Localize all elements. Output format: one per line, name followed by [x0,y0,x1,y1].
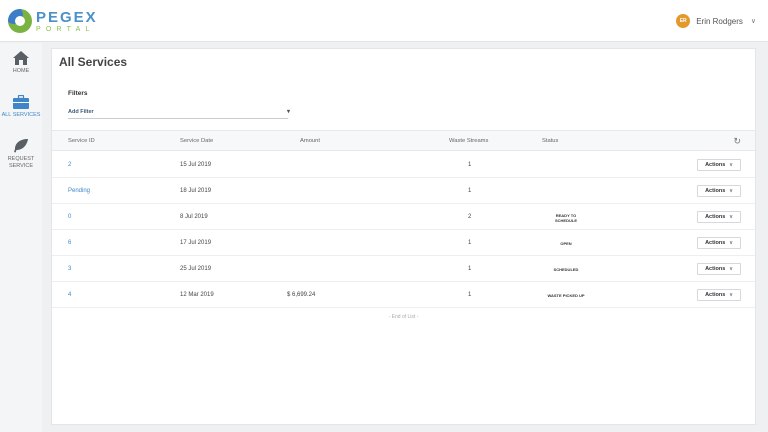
add-filter-select[interactable]: Add Filter ▾ [68,109,290,119]
avatar: ER [676,14,691,28]
chevron-down-icon: ∨ [729,188,733,194]
chevron-down-icon: ∨ [750,18,756,25]
sidebar-item-home[interactable]: HOME [0,51,42,87]
end-of-list: - End of List - [388,314,419,320]
add-filter-label: Add Filter [68,109,94,115]
leaf-icon [14,139,28,153]
waste-streams: 1 [468,240,472,246]
waste-streams: 1 [468,188,472,194]
filters-heading: Filters [68,90,88,97]
user-menu[interactable]: ER Erin Rodgers ∨ [676,14,756,28]
services-panel: All Services Filters Add Filter ▾ Servic… [51,48,756,425]
waste-streams: 2 [468,214,472,220]
service-id-link[interactable]: 3 [68,266,71,272]
table-row: 2 15 Jul 2019 1 Actions ∨ [52,152,755,178]
sidebar-item-request-service[interactable]: REQUEST SERVICE [0,139,42,175]
table-row: 3 25 Jul 2019 1 SCHEDULED Actions ∨ [52,256,755,282]
refresh-icon[interactable]: ↻ [733,136,741,147]
logo-mark-icon [8,9,32,33]
table-header: Service ID Service Date Amount Waste Str… [52,130,755,151]
column-waste-streams[interactable]: Waste Streams [449,138,488,144]
actions-button[interactable]: Actions ∨ [697,211,741,223]
sidebar: HOME ALL SERVICES REQUEST SERVICE [0,43,42,432]
column-service-date[interactable]: Service Date [180,138,213,144]
chevron-down-icon: ∨ [729,292,733,298]
actions-button[interactable]: Actions ∨ [697,289,741,301]
actions-button[interactable]: Actions ∨ [697,159,741,171]
service-id-link[interactable]: 0 [68,214,71,220]
waste-streams: 1 [468,162,472,168]
sidebar-item-label: ALL SERVICES [1,112,41,118]
service-id-link[interactable]: 2 [68,162,71,168]
service-date: 8 Jul 2019 [180,214,208,220]
sidebar-item-all-services[interactable]: ALL SERVICES [0,95,42,131]
service-date: 17 Jul 2019 [180,240,212,246]
table-row: Pending 18 Jul 2019 1 Actions ∨ [52,178,755,204]
status-badge: WASTE PICKED UP [547,293,585,298]
amount: $ 6,699.24 [287,292,316,298]
chevron-down-icon: ∨ [729,162,733,168]
table-row: 0 8 Jul 2019 2 READY TO SCHEDULE Actions… [52,204,755,230]
caret-down-icon: ▾ [286,109,290,115]
service-id-link[interactable]: 4 [68,292,71,298]
waste-streams: 1 [468,292,472,298]
page-title: All Services [59,55,128,69]
column-amount[interactable]: Amount [300,138,320,144]
pegex-logo[interactable]: PEGEX PORTAL [8,7,98,35]
waste-streams: 1 [468,266,472,272]
service-date: 15 Jul 2019 [180,162,212,168]
service-id-link[interactable]: Pending [68,188,90,194]
status-badge: READY TO SCHEDULE [554,213,577,223]
logo-word: PEGEX [36,8,98,26]
service-date: 18 Jul 2019 [180,188,212,194]
service-id-link[interactable]: 6 [68,240,71,246]
actions-button[interactable]: Actions ∨ [697,237,741,249]
logo-subword: PORTAL [36,25,95,33]
service-date: 12 Mar 2019 [180,292,214,298]
briefcase-icon [13,95,29,109]
sidebar-item-label: REQUEST SERVICE [7,156,35,169]
actions-button[interactable]: Actions ∨ [697,263,741,275]
top-bar: PEGEX PORTAL ER Erin Rodgers ∨ [0,0,768,42]
chevron-down-icon: ∨ [729,266,733,272]
chevron-down-icon: ∨ [729,240,733,246]
home-icon [13,51,29,65]
column-status[interactable]: Status [542,138,558,144]
table-row: 6 17 Jul 2019 1 OPEN Actions ∨ [52,230,755,256]
service-date: 25 Jul 2019 [180,266,212,272]
actions-button[interactable]: Actions ∨ [697,185,741,197]
chevron-down-icon: ∨ [729,214,733,220]
sidebar-item-label: HOME [12,68,30,74]
status-badge: SCHEDULED [553,267,579,272]
status-badge: OPEN [560,241,572,246]
user-name: Erin Rodgers [696,16,743,26]
column-service-id[interactable]: Service ID [68,138,95,144]
table-row: 4 12 Mar 2019 $ 6,699.24 1 WASTE PICKED … [52,282,755,308]
